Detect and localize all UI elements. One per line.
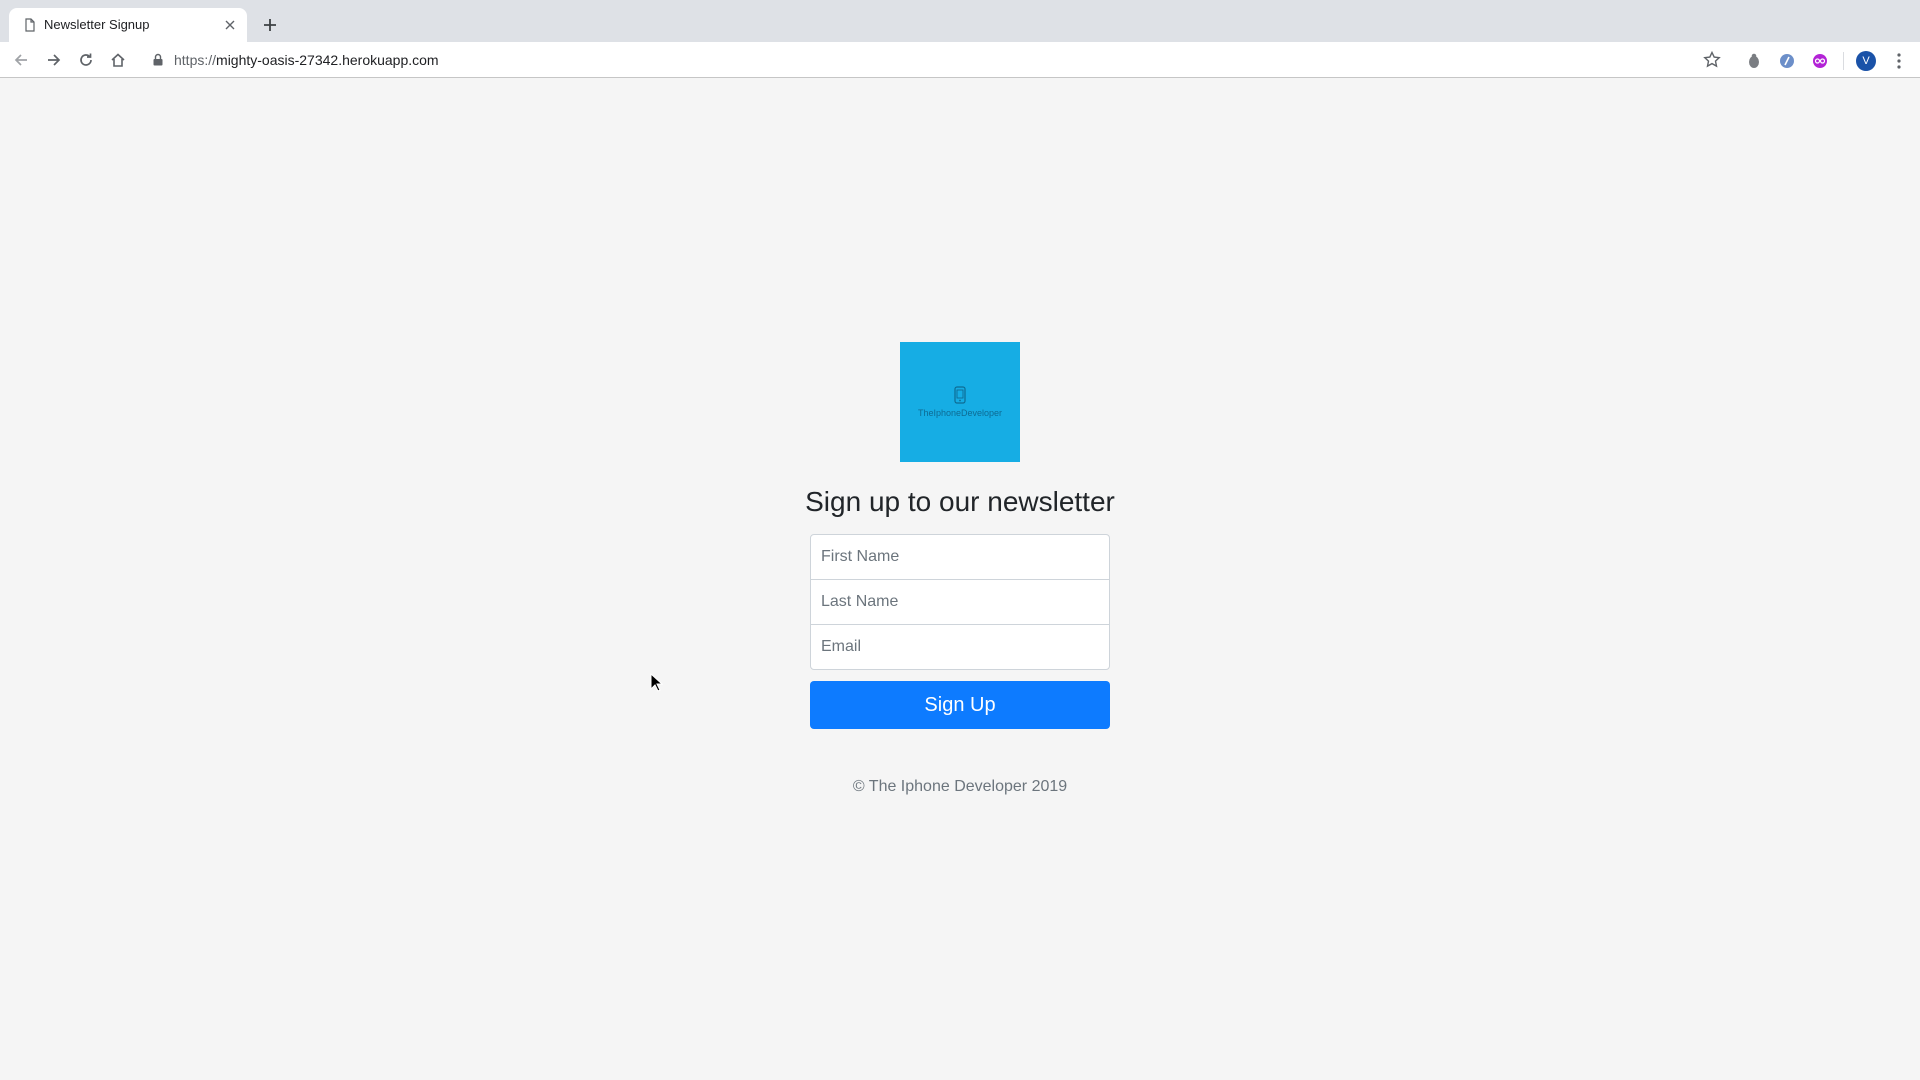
signup-form: Sign Up: [810, 534, 1110, 729]
copyright-footer: © The Iphone Developer 2019: [852, 778, 1068, 795]
page-title: Sign up to our newsletter: [805, 486, 1115, 517]
url-text: https://mighty-oasis-27342.herokuapp.com: [174, 52, 439, 68]
close-icon[interactable]: [221, 16, 239, 34]
first-name-input[interactable]: [810, 534, 1110, 580]
address-bar[interactable]: https://mighty-oasis-27342.herokuapp.com: [142, 45, 1730, 74]
brand-logo: TheIphoneDeveloper: [900, 342, 1020, 462]
extension-icon[interactable]: [1810, 51, 1830, 71]
star-icon[interactable]: [1702, 50, 1722, 70]
tab-strip: Newsletter Signup: [0, 0, 1920, 42]
home-icon[interactable]: [107, 49, 129, 71]
kebab-menu-icon[interactable]: [1890, 50, 1908, 72]
page-icon: [25, 18, 35, 32]
avatar[interactable]: V: [1856, 51, 1876, 71]
forward-arrow-icon[interactable]: [43, 49, 65, 71]
lock-icon: [153, 53, 163, 66]
phone-icon: [954, 386, 966, 404]
tab-title: Newsletter Signup: [44, 17, 150, 32]
url-host: mighty-oasis-27342.herokuapp.com: [216, 52, 439, 68]
browser-tab[interactable]: Newsletter Signup: [9, 8, 247, 42]
toolbar-divider: [1843, 52, 1844, 70]
extension-icon[interactable]: [1744, 51, 1764, 71]
last-name-input[interactable]: [810, 579, 1110, 625]
logo-text: TheIphoneDeveloper: [917, 408, 1003, 418]
extension-icon[interactable]: [1777, 51, 1797, 71]
page-content: TheIphoneDeveloper Sign up to our newsle…: [0, 78, 1920, 1080]
email-input[interactable]: [810, 624, 1110, 670]
plus-icon[interactable]: [258, 13, 282, 37]
sign-up-button[interactable]: Sign Up: [810, 681, 1110, 729]
url-scheme: https://: [174, 52, 217, 68]
reload-icon[interactable]: [75, 49, 97, 71]
mouse-cursor-icon: [650, 673, 664, 692]
browser-toolbar: https://mighty-oasis-27342.herokuapp.com…: [0, 42, 1920, 78]
back-arrow-icon[interactable]: [10, 49, 32, 71]
